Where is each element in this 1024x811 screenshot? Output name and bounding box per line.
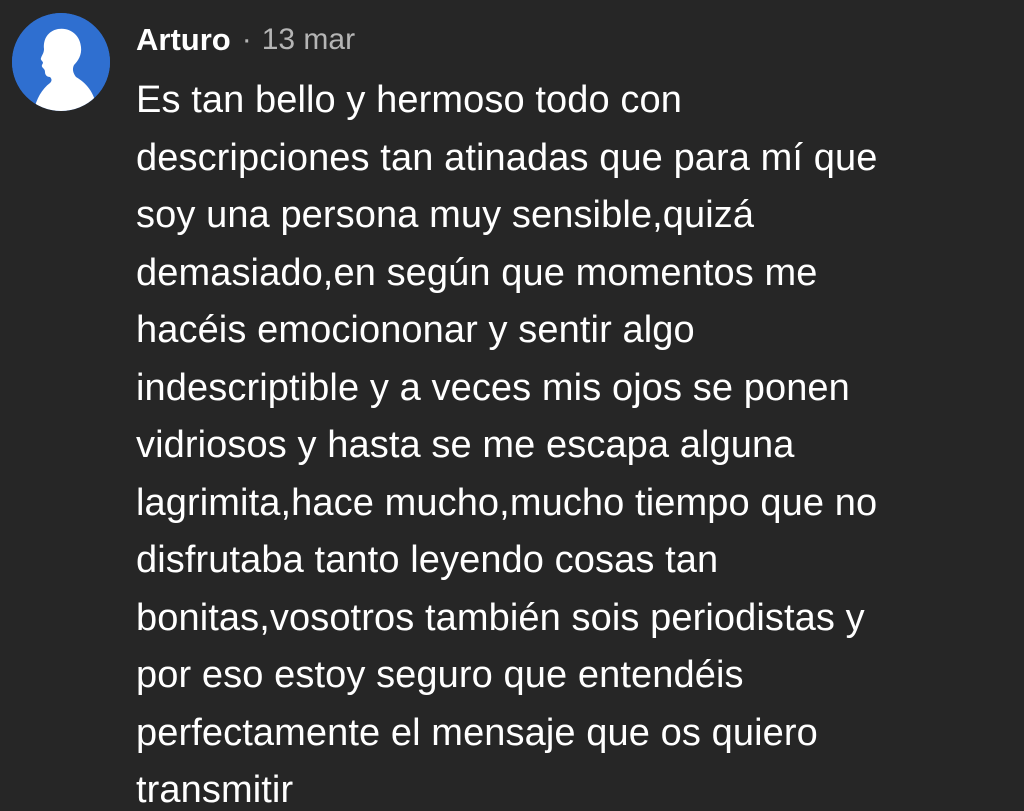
comment-line: perfectamente el mensaje que os quiero bbox=[136, 711, 818, 754]
comment-line: por eso estoy seguro que entendéis bbox=[136, 654, 744, 696]
avatar[interactable] bbox=[12, 13, 110, 111]
meta-separator: · bbox=[241, 23, 252, 56]
comment-header: Arturo · 13 mar bbox=[136, 20, 355, 60]
comment: Arturo · 13 mar Es tan bello y hermoso t… bbox=[0, 0, 1024, 811]
comment-line: Es tan bello y hermoso todo con bbox=[136, 79, 682, 121]
author-name[interactable]: Arturo bbox=[136, 22, 231, 58]
comment-line: vidriosos y hasta se me escapa alguna bbox=[136, 424, 795, 466]
comment-line: soy una persona muy sensible,quizá bbox=[136, 194, 755, 236]
comment-line: descripciones tan atinadas que para mí q… bbox=[136, 136, 878, 179]
comment-date: 13 mar bbox=[261, 23, 356, 56]
comment-line: transmitir bbox=[136, 769, 294, 811]
person-silhouette-icon bbox=[12, 13, 110, 111]
comment-line: hacéis emociononar y sentir algo bbox=[136, 309, 695, 351]
comment-line: indescriptible y a veces mis ojos se pon… bbox=[136, 366, 850, 409]
comment-line: lagrimita,hace mucho,mucho tiempo que no bbox=[136, 481, 878, 524]
comment-line: bonitas,vosotros también sois periodista… bbox=[136, 596, 865, 639]
comment-line: disfrutaba tanto leyendo cosas tan bbox=[136, 539, 719, 581]
comment-body: Es tan bello y hermoso todo con descripc… bbox=[136, 72, 996, 811]
comment-line: demasiado,en según que momentos me bbox=[136, 251, 818, 294]
